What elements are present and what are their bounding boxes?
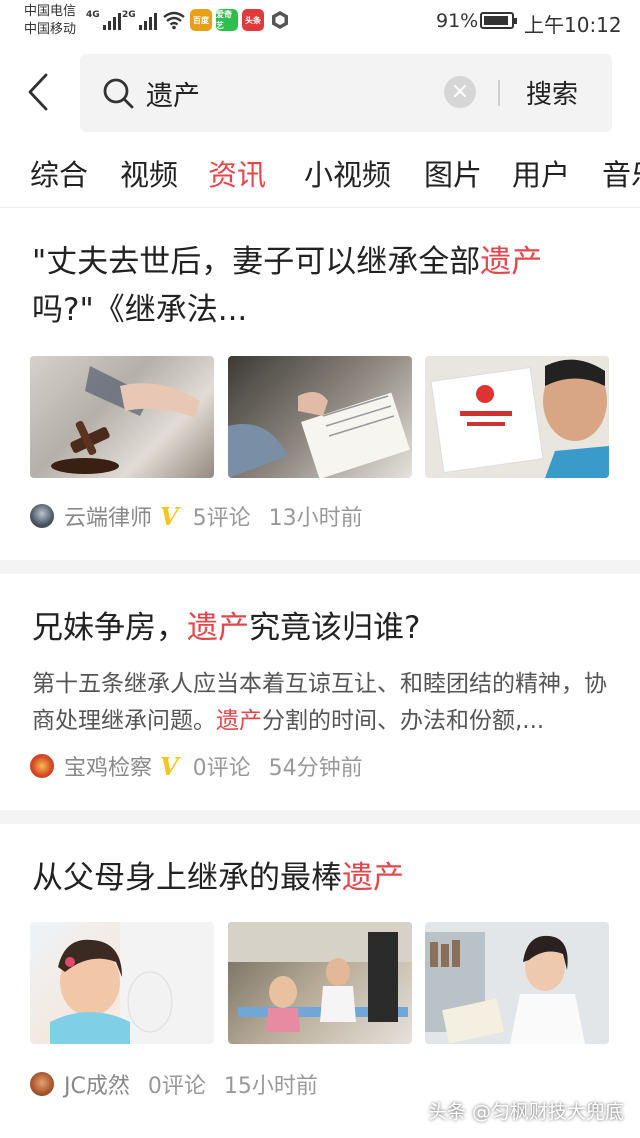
comment-count: 0评论 xyxy=(192,756,251,781)
author-name[interactable]: 云端律师 xyxy=(64,500,152,532)
news-thumbnail-child[interactable] xyxy=(30,922,214,1044)
notification-app-icon: 爱奇艺 xyxy=(216,9,238,31)
news-thumbnail-library[interactable] xyxy=(425,922,609,1044)
notification-app-icon: 百度 xyxy=(190,9,212,31)
tab-图片[interactable]: 图片 xyxy=(424,152,482,194)
tab-音乐[interactable]: 音乐 xyxy=(602,152,640,194)
avatar[interactable] xyxy=(30,1072,54,1096)
tab-资讯[interactable]: 资讯 xyxy=(208,152,266,194)
card-separator xyxy=(0,810,640,824)
author-name[interactable]: JC成然 xyxy=(64,1068,130,1100)
publish-time: 54分钟前 xyxy=(268,756,363,781)
news-thumbnail-reading[interactable] xyxy=(425,356,609,478)
back-arrow-icon[interactable] xyxy=(26,72,52,112)
news-card[interactable]: 从父母身上继承的最棒遗产 JC成然 0评论 15小时前 xyxy=(0,824,640,1138)
battery-percentage: 91% xyxy=(436,10,479,32)
keyword-highlight: 遗产 xyxy=(187,610,249,646)
app-shield-icon xyxy=(272,11,288,29)
avatar[interactable] xyxy=(30,504,54,528)
tab-视频[interactable]: 视频 xyxy=(120,152,178,194)
comment-count: 0评论 xyxy=(147,1074,206,1099)
notification-app-icon: 头条 xyxy=(242,9,264,31)
keyword-highlight: 遗产 xyxy=(216,708,262,734)
tab-小视频[interactable]: 小视频 xyxy=(304,152,391,194)
battery-level xyxy=(484,16,508,25)
news-title[interactable]: "丈夫去世后，妻子可以继承全部遗产吗?"《继承法... xyxy=(32,238,612,334)
carrier-1: 中国电信 xyxy=(24,4,77,19)
news-thumbnail-classroom[interactable] xyxy=(228,922,412,1044)
tab-用户[interactable]: 用户 xyxy=(512,152,570,194)
news-title[interactable]: 从父母身上继承的最棒遗产 xyxy=(32,854,612,902)
search-divider xyxy=(498,80,500,106)
verified-icon: V xyxy=(160,751,179,781)
search-icon xyxy=(103,78,134,109)
keyword-highlight: 遗产 xyxy=(480,244,543,280)
carrier-labels: 中国电信 中国移动 xyxy=(24,3,76,39)
battery-icon xyxy=(480,12,517,29)
news-thumbnail-gavel[interactable] xyxy=(30,356,214,478)
status-bar: 中国电信 中国移动 4G 2G 百度 爱奇艺 头条 91% 上午10:12 xyxy=(0,0,640,44)
keyword-highlight: 遗产 xyxy=(342,860,404,896)
news-title[interactable]: 兄妹争房，遗产究竟该归谁? xyxy=(32,604,612,652)
author-name[interactable]: 宝鸡检察 xyxy=(64,750,152,782)
clear-icon[interactable]: × xyxy=(444,76,476,108)
verified-icon: V xyxy=(160,501,179,531)
news-meta: 云端律师 V 5评论 13小时前 xyxy=(30,500,363,532)
clock: 上午10:12 xyxy=(524,13,622,37)
category-tabs: 综合 视频 资讯 小视频 图片 用户 音乐 xyxy=(0,148,640,208)
wifi-icon xyxy=(163,11,185,30)
publish-time: 15小时前 xyxy=(223,1074,318,1099)
watermark: 头条 @匀枫财技大兜底 xyxy=(427,1101,624,1123)
search-box[interactable]: 遗产 × 搜索 xyxy=(80,54,612,132)
news-meta: 宝鸡检察 V 0评论 54分钟前 xyxy=(30,750,363,782)
avatar[interactable] xyxy=(30,754,54,778)
news-thumbnail-signing[interactable] xyxy=(228,356,412,478)
search-button[interactable]: 搜索 xyxy=(526,74,578,111)
signal-2-icon: 2G xyxy=(122,10,157,30)
carrier-2: 中国移动 xyxy=(24,22,77,37)
news-card[interactable]: "丈夫去世后，妻子可以继承全部遗产吗?"《继承法... 云端律师 V 5评论 1… xyxy=(0,208,640,560)
news-card[interactable]: 兄妹争房，遗产究竟该归谁? 第十五条继承人应当本着互谅互让、和睦团结的精神，协商… xyxy=(0,574,640,810)
news-meta: JC成然 0评论 15小时前 xyxy=(30,1068,318,1100)
card-separator xyxy=(0,560,640,574)
search-input[interactable]: 遗产 xyxy=(146,74,446,112)
comment-count: 5评论 xyxy=(192,506,251,531)
signal-1-icon: 4G xyxy=(86,10,121,30)
tab-综合[interactable]: 综合 xyxy=(30,152,88,194)
publish-time: 13小时前 xyxy=(268,506,363,531)
news-summary: 第十五条继承人应当本着互谅互让、和睦团结的精神，协商处理继承问题。遗产分割的时间… xyxy=(32,671,607,734)
